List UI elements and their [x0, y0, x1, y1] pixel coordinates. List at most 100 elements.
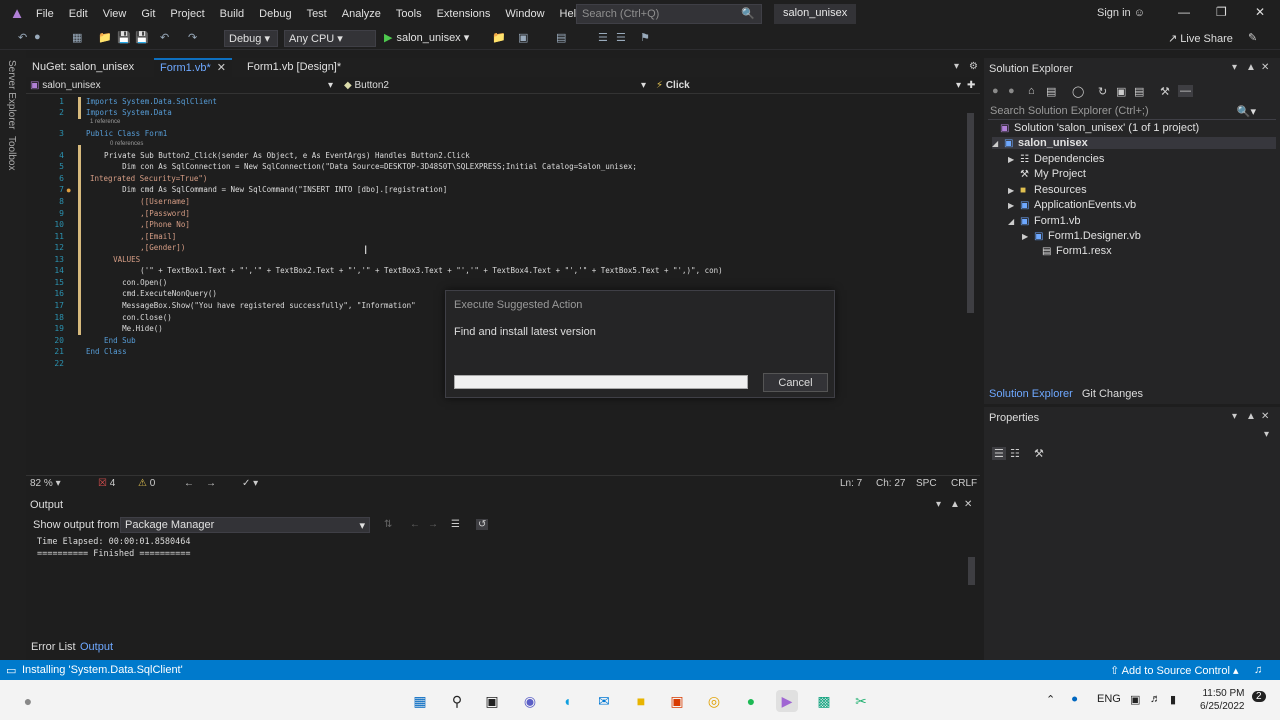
panel-menu-icon[interactable]: ▾: [1232, 62, 1237, 73]
tray-overflow-icon[interactable]: ⌃: [1046, 693, 1055, 706]
close-panel-icon[interactable]: ✕: [964, 499, 972, 510]
collapsed-arrow-icon[interactable]: ▶: [1008, 201, 1020, 210]
app-icon[interactable]: ▩: [813, 690, 835, 712]
edge-browser-icon[interactable]: ◖: [556, 690, 578, 712]
notifications-bell-icon[interactable]: ♫: [1254, 664, 1262, 676]
minimize-icon[interactable]: —: [1178, 5, 1190, 19]
event-nav-dropdown[interactable]: ⚡ Click: [656, 80, 690, 91]
widgets-icon[interactable]: ●: [17, 690, 39, 712]
menu-edit[interactable]: Edit: [69, 8, 88, 20]
indent-icon[interactable]: ☰: [598, 31, 608, 44]
collapse-all-icon[interactable]: ▣: [1116, 85, 1126, 98]
menu-view[interactable]: View: [103, 8, 127, 20]
menu-project[interactable]: Project: [170, 8, 204, 20]
visual-studio-icon[interactable]: ▶: [776, 690, 798, 712]
snipping-tool-icon[interactable]: ✂: [850, 690, 872, 712]
property-pages-wrench-icon[interactable]: ⚒: [1034, 447, 1044, 460]
output-scrollbar[interactable]: [965, 537, 977, 625]
add-to-source-control-button[interactable]: ⇧ Add to Source Control ▴: [1110, 664, 1238, 677]
restore-icon[interactable]: ❐: [1216, 5, 1227, 19]
tab-list-dropdown-icon[interactable]: ▾: [954, 61, 959, 72]
expanded-arrow-icon[interactable]: ◢: [1008, 217, 1020, 226]
split-editor-icon[interactable]: ✚: [967, 80, 975, 91]
tab-git-changes[interactable]: Git Changes: [1082, 388, 1143, 400]
menu-test[interactable]: Test: [307, 8, 327, 20]
code-cleanup-icon[interactable]: ✓ ▾: [242, 478, 258, 489]
feedback-icon[interactable]: ✎: [1248, 31, 1257, 44]
tree-item-form1-designer[interactable]: ▶ ▣ Form1.Designer.vb: [1022, 230, 1141, 242]
switch-views-icon[interactable]: ▤: [1046, 85, 1056, 98]
start-debugging-button[interactable]: ▶ salon_unisex ▾: [384, 31, 469, 44]
tab-form1-design[interactable]: Form1.vb [Design]*: [241, 58, 347, 77]
object-nav-chevron-icon[interactable]: ▾: [641, 80, 646, 91]
reference-count[interactable]: 0 references: [110, 141, 143, 147]
menu-build[interactable]: Build: [220, 8, 244, 20]
word-wrap-toggle-icon[interactable]: ↺: [476, 519, 489, 530]
collapsed-arrow-icon[interactable]: ▶: [1008, 186, 1020, 195]
open-file-icon[interactable]: 📁: [98, 31, 112, 44]
previous-issue-icon[interactable]: ←: [184, 478, 194, 489]
menu-tools[interactable]: Tools: [396, 8, 422, 20]
zoom-dropdown[interactable]: 82 % ▾: [30, 478, 61, 489]
tree-item-resources[interactable]: ▶ ■ Resources: [1008, 184, 1087, 196]
editor-vertical-scrollbar[interactable]: [964, 95, 978, 475]
close-icon[interactable]: ✕: [1255, 5, 1265, 19]
find-message-icon[interactable]: ⇅: [384, 519, 392, 530]
forward-icon[interactable]: ●: [34, 31, 41, 43]
menu-file[interactable]: File: [36, 8, 54, 20]
live-share-button[interactable]: ↗ Live Share: [1168, 32, 1233, 45]
close-tab-icon[interactable]: ✕: [217, 62, 226, 74]
language-indicator[interactable]: ENG: [1097, 693, 1121, 705]
system-clock[interactable]: 11:50 PM 6/25/2022: [1200, 687, 1245, 713]
folder-icon[interactable]: 📁: [492, 31, 506, 44]
next-issue-icon[interactable]: →: [206, 478, 216, 489]
tab-nuget[interactable]: NuGet: salon_unisex: [26, 58, 140, 77]
lightbulb-icon[interactable]: ●: [66, 185, 71, 195]
menu-debug[interactable]: Debug: [259, 8, 291, 20]
microphone-icon[interactable]: ⚫: [1070, 693, 1079, 706]
search-icon[interactable]: ⚲: [446, 690, 468, 712]
panel-menu-icon[interactable]: ▾: [936, 499, 941, 510]
close-panel-icon[interactable]: ✕: [1261, 411, 1269, 422]
alphabetical-icon[interactable]: ☷: [1010, 447, 1020, 460]
global-search-input[interactable]: Search (Ctrl+Q) 🔍: [576, 4, 762, 24]
tree-item-form1-resx[interactable]: ▤ Form1.resx: [1042, 245, 1112, 257]
toolbar-tool-icon[interactable]: ▤: [556, 31, 566, 44]
undo-icon[interactable]: ↶: [160, 31, 169, 44]
spotify-icon[interactable]: ●: [740, 690, 762, 712]
toolbox-tab[interactable]: Toolbox: [6, 136, 17, 170]
back-icon[interactable]: ●: [992, 85, 999, 97]
back-icon[interactable]: ↶: [18, 31, 27, 44]
pending-changes-icon[interactable]: ◯: [1072, 85, 1084, 98]
error-count[interactable]: ☒ 4: [98, 478, 115, 489]
tab-form1-vb[interactable]: Form1.vb* ✕: [154, 58, 232, 77]
solution-search-input[interactable]: Search Solution Explorer (Ctrl+;) 🔍▾: [988, 104, 1276, 120]
outdent-icon[interactable]: ☰: [616, 31, 626, 44]
settings-gear-icon[interactable]: ⚙: [969, 61, 978, 72]
pin-icon[interactable]: ▲: [950, 499, 960, 510]
properties-wrench-icon[interactable]: ⚒: [1160, 85, 1170, 98]
cancel-button[interactable]: Cancel: [763, 373, 828, 392]
tab-solution-explorer[interactable]: Solution Explorer: [989, 388, 1073, 400]
close-panel-icon[interactable]: ✕: [1261, 62, 1269, 73]
collapsed-arrow-icon[interactable]: ▶: [1008, 155, 1020, 164]
output-source-dropdown[interactable]: Package Manager ▾: [120, 517, 370, 533]
collapsed-arrow-icon[interactable]: ▶: [1022, 232, 1034, 241]
object-nav-dropdown[interactable]: ◆ Button2: [344, 80, 389, 91]
new-project-icon[interactable]: ▦: [72, 31, 82, 44]
warning-count[interactable]: ⚠ 0: [138, 478, 155, 489]
clear-all-icon[interactable]: ☰: [451, 519, 460, 530]
forward-icon[interactable]: ●: [1008, 85, 1015, 97]
mail-icon[interactable]: ✉: [593, 690, 615, 712]
pin-icon[interactable]: ▲: [1246, 62, 1256, 73]
tree-item-solution[interactable]: ▣ Solution 'salon_unisex' (1 of 1 project…: [1000, 122, 1199, 134]
scrollbar-thumb[interactable]: [967, 113, 974, 313]
sign-in-link[interactable]: Sign in ☺: [1097, 7, 1145, 19]
volume-icon[interactable]: ♬: [1150, 693, 1161, 705]
menu-extensions[interactable]: Extensions: [437, 8, 491, 20]
scrollbar-thumb[interactable]: [968, 557, 975, 585]
panel-menu-icon[interactable]: ▾: [1232, 411, 1237, 422]
tree-item-form1[interactable]: ◢ ▣ Form1.vb: [1008, 215, 1080, 227]
configuration-dropdown[interactable]: Debug ▾: [224, 30, 278, 47]
object-dropdown-icon[interactable]: ▾: [1264, 429, 1269, 440]
